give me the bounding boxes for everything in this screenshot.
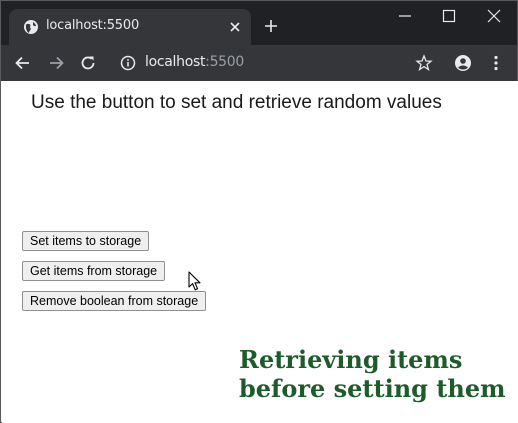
address-bar[interactable]: localhost:5500 <box>145 54 244 70</box>
tab-title: localhost:5500 <box>46 18 140 33</box>
close-tab-icon[interactable] <box>228 20 242 34</box>
url-port: :5500 <box>205 54 245 70</box>
menu-kebab-icon[interactable] <box>487 54 505 72</box>
set-items-button[interactable]: Set items to storage <box>22 231 150 251</box>
info-icon[interactable] <box>119 54 137 72</box>
caption-overlay: Retrieving items before setting them <box>239 345 506 403</box>
maximize-icon[interactable] <box>442 9 456 23</box>
profile-avatar-icon[interactable] <box>454 54 472 72</box>
caption-line-2: before setting them <box>239 374 506 403</box>
caption-line-1: Retrieving items <box>239 345 463 374</box>
bookmark-star-icon[interactable] <box>415 54 433 72</box>
browser-toolbar: localhost:5500 <box>1 45 517 81</box>
mouse-cursor-icon <box>188 271 201 291</box>
page-viewport: Use the button to set and retrieve rando… <box>2 81 518 423</box>
browser-tab[interactable]: localhost:5500 <box>9 9 251 45</box>
get-items-button[interactable]: Get items from storage <box>22 261 166 281</box>
minimize-icon[interactable] <box>398 9 412 23</box>
forward-arrow-icon[interactable] <box>47 54 65 72</box>
reload-icon[interactable] <box>79 54 97 72</box>
url-host: localhost <box>145 54 206 70</box>
new-tab-icon[interactable] <box>263 18 279 34</box>
remove-boolean-button[interactable]: Remove boolean from storage <box>22 291 207 311</box>
title-bar: localhost:5500 <box>1 1 517 45</box>
browser-window: localhost:5500 localhost:5500 Use the bu… <box>0 0 518 423</box>
globe-icon <box>24 20 38 34</box>
close-window-icon[interactable] <box>487 9 501 23</box>
page-heading: Use the button to set and retrieve rando… <box>31 92 442 113</box>
back-arrow-icon[interactable] <box>14 54 32 72</box>
